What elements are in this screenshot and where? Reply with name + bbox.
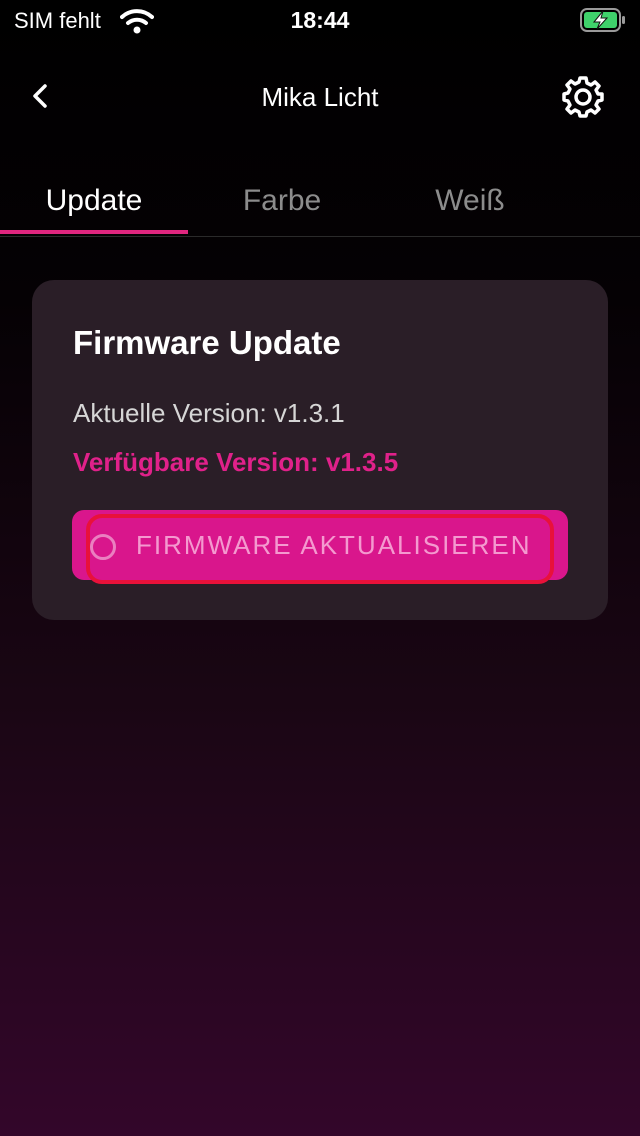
current-version: Aktuelle Version: v1.3.1 (73, 398, 345, 428)
available-version: Verfügbare Version: v1.3.5 (73, 447, 399, 477)
card-title: Firmware Update (73, 324, 341, 361)
loading-spinner-icon (90, 534, 116, 560)
battery-charging-icon (580, 8, 626, 32)
update-firmware-button-label: FIRMWARE AKTUALISIEREN (136, 530, 532, 560)
page-title: Mika Licht (261, 82, 379, 112)
tab-szenen[interactable]: Sz (564, 184, 640, 218)
status-bar: SIM fehlt 18:44 (0, 0, 640, 40)
tab-update[interactable]: Update (0, 184, 188, 218)
navigation-bar: Mika Licht (0, 60, 640, 132)
settings-button[interactable] (560, 74, 606, 120)
gear-icon (562, 76, 604, 118)
tab-weiss[interactable]: Weiß (376, 184, 564, 218)
active-tab-indicator (0, 230, 188, 234)
firmware-update-card: Firmware Update Aktuelle Version: v1.3.1… (32, 280, 608, 620)
tab-farbe[interactable]: Farbe (188, 184, 376, 218)
clock: 18:44 (290, 7, 350, 33)
update-firmware-button[interactable]: FIRMWARE AKTUALISIEREN (72, 510, 568, 580)
tab-bar: Update Farbe Weiß Sz (0, 164, 640, 237)
